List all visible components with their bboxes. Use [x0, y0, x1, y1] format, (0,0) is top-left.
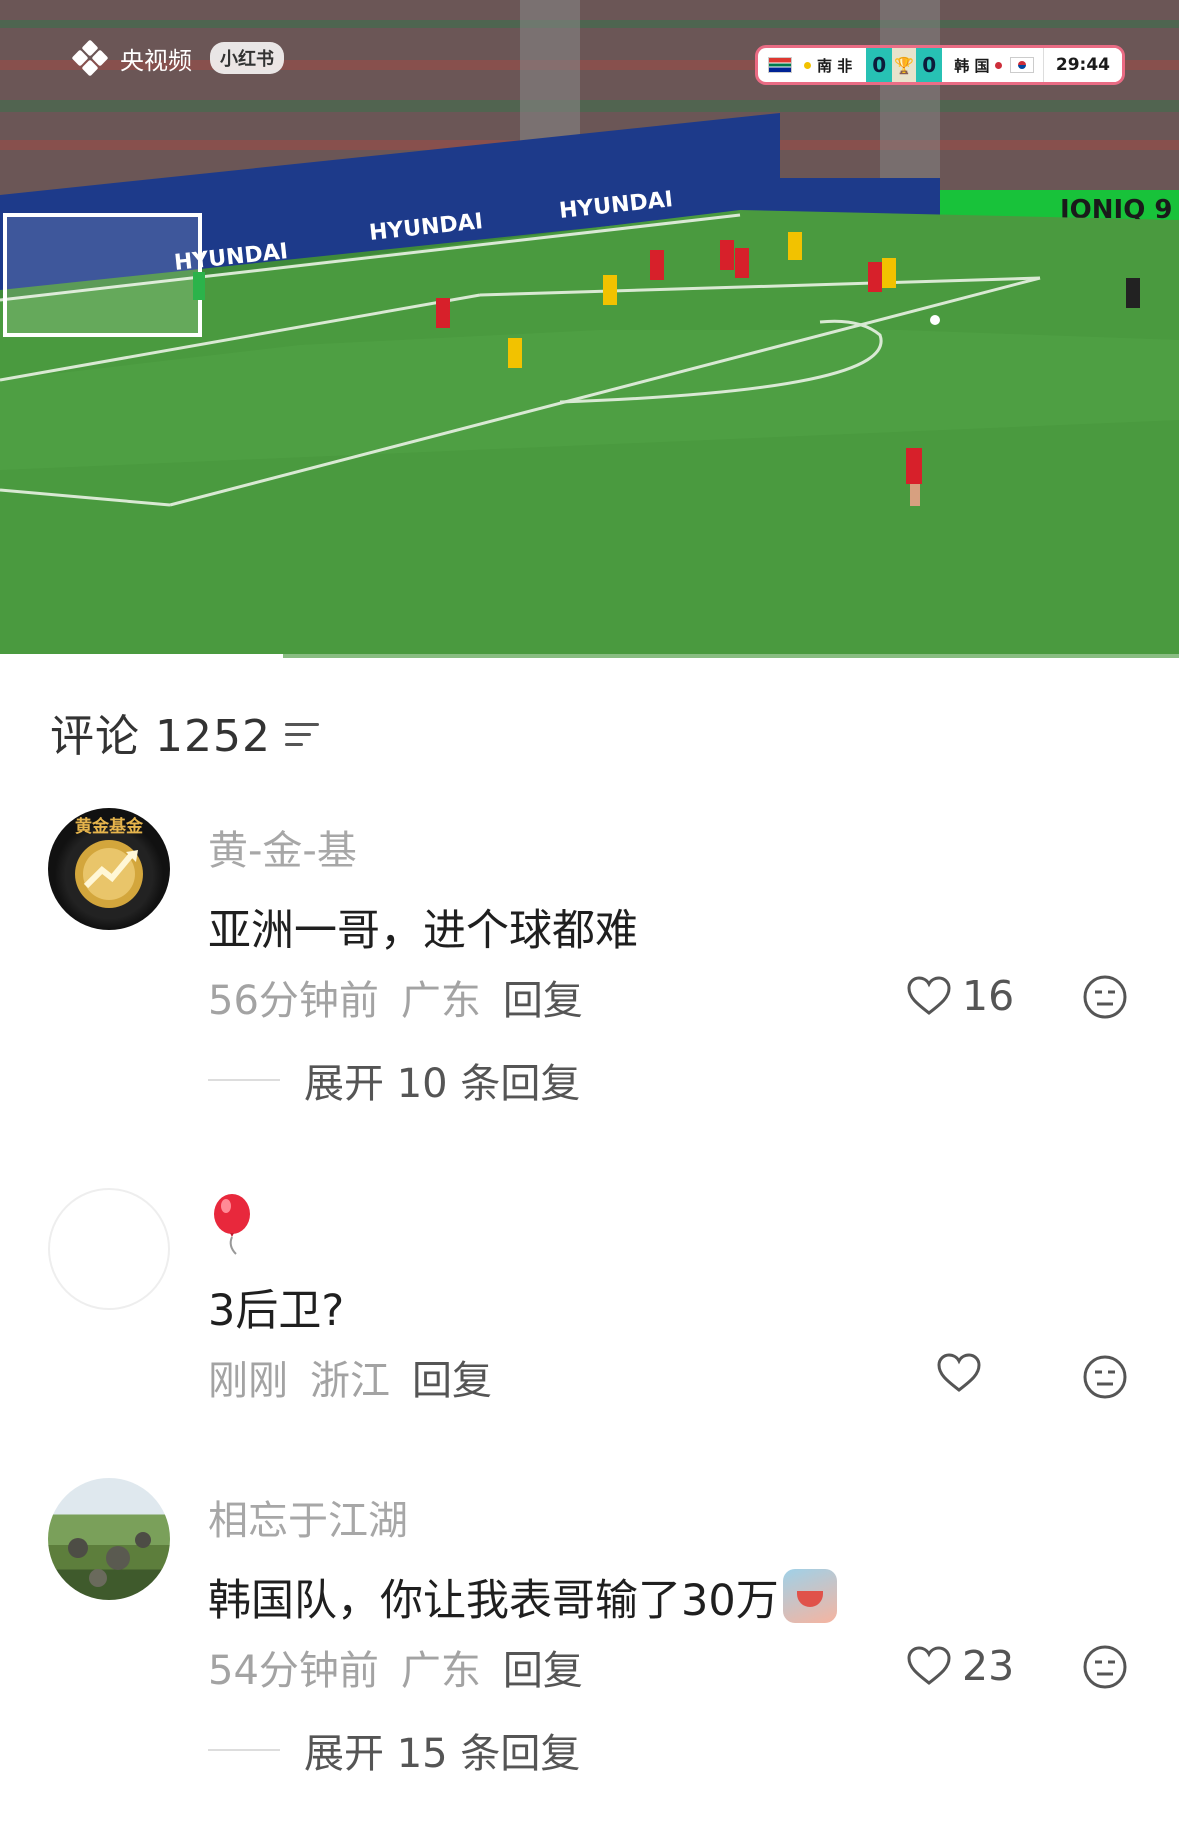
- comment-location: 广东: [400, 1648, 481, 1694]
- expand-replies[interactable]: 展开 10 条回复: [208, 1051, 580, 1109]
- comment-text-body: 韩国队，你让我表哥输了30万: [208, 1576, 779, 1626]
- reply-button[interactable]: 回复: [503, 968, 583, 1026]
- gold-coin-icon: 黄金基金: [75, 816, 144, 908]
- video-frame: IONIQ 9 HYUNDAI HYUNDAI HYUNDAI: [0, 0, 1179, 658]
- match-clock: 29:44: [1042, 48, 1122, 82]
- heart-icon: [907, 1646, 951, 1685]
- comment-meta: 56分钟前 广东 回复: [208, 968, 583, 1026]
- video-player[interactable]: IONIQ 9 HYUNDAI HYUNDAI HYUNDAI 央视频 小红书 …: [0, 0, 1179, 658]
- balloon-icon: [214, 1194, 250, 1255]
- trophy-icon: 🏆: [892, 48, 917, 82]
- like-button[interactable]: 16: [906, 972, 1014, 1020]
- watermark: 央视频 小红书: [70, 38, 284, 78]
- like-button[interactable]: 23: [906, 1642, 1014, 1690]
- home-score: 0: [866, 48, 893, 82]
- landscape-avatar-icon: [68, 1532, 151, 1587]
- expand-replies[interactable]: 展开 15 条回复: [208, 1721, 580, 1779]
- korea-flag-icon: [1010, 57, 1035, 73]
- scoreboard: 南 非 0 🏆 0 韩 国 29:44: [758, 48, 1122, 82]
- home-team: 南 非: [817, 56, 853, 75]
- comment-text: 亚洲一哥，进个球都难: [208, 906, 638, 956]
- expand-divider: [208, 1749, 280, 1751]
- comment-meta: 54分钟前 广东 回复: [208, 1638, 583, 1696]
- watermark-brand: 央视频: [120, 46, 192, 75]
- home-color-dot: [804, 61, 811, 69]
- crying-sticker-icon: [782, 1569, 837, 1623]
- south-africa-flag-icon: [768, 57, 792, 73]
- emoji-reaction-icon[interactable]: [1082, 974, 1128, 1020]
- username[interactable]: 相忘于江湖: [208, 1488, 408, 1546]
- expand-replies-label: 展开 10 条回复: [304, 1061, 581, 1107]
- emoji-reaction-icon[interactable]: [1082, 1354, 1128, 1400]
- avatar-text: 黄金基金: [75, 816, 144, 837]
- like-count: 23: [962, 1642, 1015, 1690]
- sort-icon[interactable]: [284, 721, 321, 751]
- watermark-app: 小红书: [210, 42, 284, 74]
- avatar[interactable]: 黄金基金: [48, 808, 170, 930]
- away-team: 韩 国: [954, 56, 990, 75]
- away-color-dot: [995, 61, 1003, 69]
- comment-time: 56分钟前: [208, 978, 379, 1024]
- reply-button[interactable]: 回复: [412, 1348, 492, 1406]
- heart-icon: [907, 976, 951, 1015]
- heart-icon: [937, 1353, 981, 1392]
- comment-meta: 刚刚 浙江 回复: [208, 1348, 492, 1406]
- video-progress-bar[interactable]: [0, 654, 1179, 658]
- avatar[interactable]: [48, 1188, 170, 1310]
- username[interactable]: 黄-金-基: [208, 818, 357, 876]
- reply-button[interactable]: 回复: [503, 1638, 583, 1696]
- expand-divider: [208, 1079, 280, 1081]
- avatar[interactable]: [48, 1478, 170, 1600]
- expand-replies-label: 展开 15 条回复: [304, 1731, 581, 1777]
- video-progress-fill: [0, 654, 283, 658]
- comment-location: 广东: [400, 978, 481, 1024]
- emoji-reaction-icon[interactable]: [1082, 1644, 1128, 1690]
- comments-header: 评论 1252: [50, 700, 321, 764]
- comment-location: 浙江: [310, 1358, 390, 1404]
- like-count: 16: [962, 972, 1015, 1020]
- comment-time: 刚刚: [208, 1358, 288, 1404]
- cctv-logo-icon: [70, 38, 110, 78]
- comments-title: 评论 1252: [50, 711, 271, 762]
- away-score: 0: [916, 48, 943, 82]
- comment-text: 韩国队，你让我表哥输了30万: [208, 1566, 837, 1628]
- comment-time: 54分钟前: [208, 1648, 379, 1694]
- like-button[interactable]: [936, 1352, 982, 1394]
- comment-text: 3后卫?: [208, 1286, 345, 1336]
